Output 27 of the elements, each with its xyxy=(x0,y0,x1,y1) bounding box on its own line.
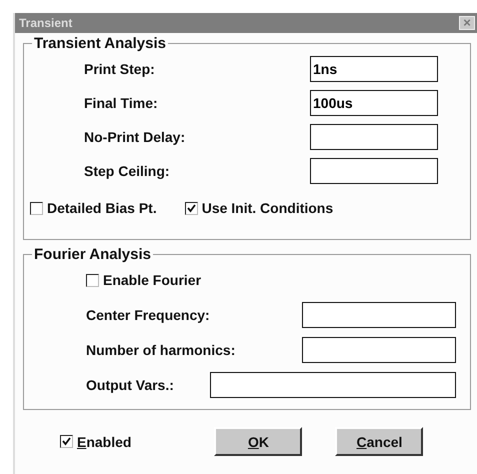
ok-button[interactable]: OK xyxy=(214,427,302,456)
cancel-button[interactable]: Cancel xyxy=(335,427,424,456)
checkbox[interactable] xyxy=(30,202,43,214)
input-field[interactable] xyxy=(210,372,456,398)
checkbox-label: Enabled xyxy=(77,434,132,450)
checkbox-label: Enable Fourier xyxy=(103,272,202,288)
input-field[interactable] xyxy=(310,124,438,150)
field-label: Output Vars.: xyxy=(86,376,174,392)
field-label: Number of harmonics: xyxy=(86,342,236,358)
checkbox-label: Use Init. Conditions xyxy=(202,200,334,216)
checkbox[interactable] xyxy=(184,202,198,214)
input-field[interactable] xyxy=(302,336,456,362)
window-title: Transient xyxy=(19,16,72,30)
input-field[interactable]: 1ns xyxy=(310,56,438,82)
field-label: Final Time: xyxy=(84,95,158,111)
field-label: No-Print Delay: xyxy=(84,129,186,145)
field-label: Center Frequency: xyxy=(86,306,210,322)
input-field[interactable] xyxy=(310,158,438,184)
field-label: Print Step: xyxy=(84,61,155,77)
checkbox[interactable] xyxy=(60,435,73,448)
checkbox[interactable] xyxy=(86,274,99,286)
input-field[interactable] xyxy=(302,302,456,328)
group-title: Transient Analysis xyxy=(33,35,167,52)
input-field[interactable]: 100us xyxy=(310,90,438,116)
field-label: Step Ceiling: xyxy=(84,163,170,179)
checkbox-label: Detailed Bias Pt. xyxy=(47,200,157,216)
group-title: Fourier Analysis xyxy=(33,246,152,263)
